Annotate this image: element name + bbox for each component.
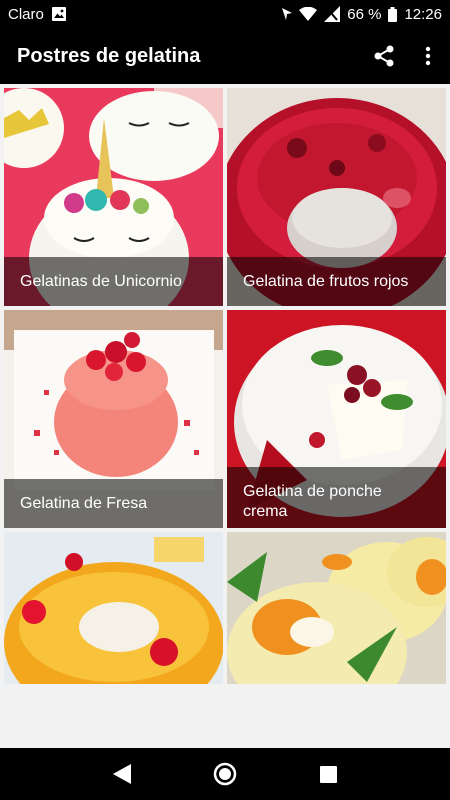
share-button[interactable] — [362, 34, 406, 78]
recipe-title: Gelatina de ponche crema — [227, 467, 446, 528]
app-title: Postres de gelatina — [17, 44, 201, 67]
clock: 12:26 — [404, 5, 442, 23]
recipe-card-6[interactable] — [227, 532, 446, 684]
back-button[interactable] — [98, 750, 146, 798]
app-bar: Postres de gelatina — [0, 28, 450, 84]
wifi-icon — [299, 7, 318, 21]
recipe-card-ponche-crema[interactable]: Gelatina de ponche crema — [227, 310, 446, 528]
home-icon — [213, 762, 237, 786]
more-vert-icon — [425, 46, 431, 66]
recipe-card-fresa[interactable]: Gelatina de Fresa — [4, 310, 223, 528]
location-icon — [282, 8, 293, 20]
recipe-image — [4, 532, 223, 684]
signal-icon — [324, 6, 341, 22]
recipe-image — [227, 532, 446, 684]
home-button[interactable] — [201, 750, 249, 798]
share-icon — [374, 45, 394, 67]
recipe-title: Gelatina de frutos rojos — [227, 257, 446, 306]
recents-button[interactable] — [304, 750, 352, 798]
back-icon — [112, 764, 131, 784]
carrier-label: Claro — [8, 5, 44, 23]
image-notification-icon — [51, 7, 66, 21]
content-area: Gelatinas de Unicornio Gelatina de fruto… — [0, 84, 450, 748]
recipe-card-frutos-rojos[interactable]: Gelatina de frutos rojos — [227, 88, 446, 306]
navigation-bar — [0, 748, 450, 800]
status-bar: Claro 66 % 12:26 — [0, 0, 450, 28]
more-options-button[interactable] — [406, 34, 450, 78]
recipe-card-unicornio[interactable]: Gelatinas de Unicornio — [4, 88, 223, 306]
recents-icon — [319, 765, 337, 783]
battery-percentage: 66 % — [347, 5, 382, 23]
recipe-title: Gelatinas de Unicornio — [4, 257, 223, 306]
battery-icon — [388, 6, 398, 22]
recipe-card-5[interactable] — [4, 532, 223, 684]
recipe-title: Gelatina de Fresa — [4, 479, 223, 528]
